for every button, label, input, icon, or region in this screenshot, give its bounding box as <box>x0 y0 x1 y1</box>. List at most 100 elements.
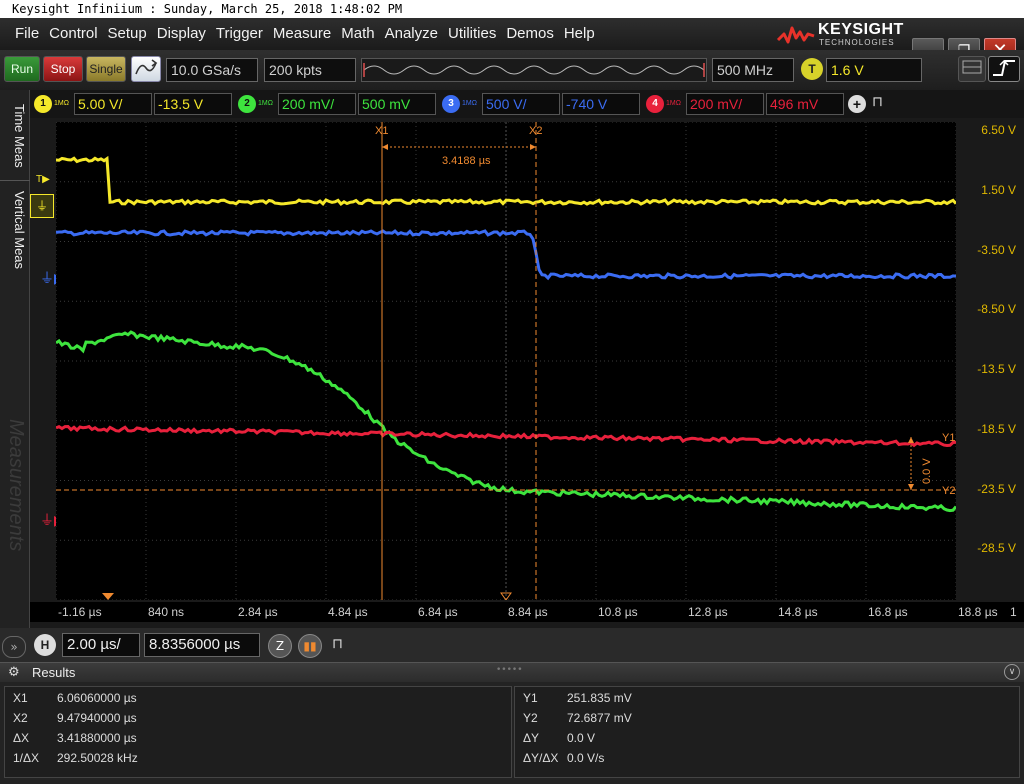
trigger-level-field[interactable]: 1.6 V <box>826 58 922 82</box>
channel-2-offset[interactable]: 500 mV <box>358 93 436 115</box>
single-button[interactable]: Single <box>86 56 126 82</box>
result-label: Y2 <box>523 711 538 725</box>
channel-1-badge[interactable]: 1 <box>34 95 52 113</box>
channel-4-badge[interactable]: 4 <box>646 95 664 113</box>
tab-measurements[interactable]: Measurements <box>3 400 27 570</box>
result-label: ΔY <box>523 731 540 745</box>
result-value: 292.50028 kHz <box>57 751 138 765</box>
x-tick-label: 6.84 µs <box>418 605 458 619</box>
dy-arrow-bottom <box>908 484 914 490</box>
time-position-field[interactable]: 8.8356000 µs <box>144 633 260 657</box>
trigger-level-marker[interactable]: T▶ <box>36 174 50 185</box>
menu-bar: File Control Setup Display Trigger Measure Mat… <box>0 18 1024 64</box>
y-tick-label: -3.50 V <box>977 242 1016 257</box>
memory-depth-field[interactable]: 200 kpts <box>264 58 356 82</box>
menu-help[interactable]: Help <box>559 24 600 44</box>
horizontal-badge[interactable]: H <box>34 634 56 656</box>
zoom-button[interactable]: Z <box>268 634 292 658</box>
gear-icon[interactable]: ⚙ <box>8 665 20 680</box>
menu-analyze[interactable]: Analyze <box>380 24 443 44</box>
menu-setup[interactable]: Setup <box>103 24 152 44</box>
x-tick-label: 4.84 µs <box>328 605 368 619</box>
channel-4-offset[interactable]: 496 mV <box>766 93 844 115</box>
menu-math[interactable]: Math <box>336 24 379 44</box>
menu-control[interactable]: Control <box>44 24 102 44</box>
channel-bar: 1 1MΩ 5.00 V/ -13.5 V 2 1MΩ 200 mV/ 500 … <box>30 90 1024 118</box>
x-tick-label: 10.8 µs <box>598 605 638 619</box>
pause-icon[interactable]: ▮▮ <box>298 634 322 658</box>
chevron-down-icon[interactable]: ∨ <box>1004 664 1020 680</box>
time-scale-field[interactable]: 2.00 µs/ <box>62 633 140 657</box>
result-value: 3.41880000 µs <box>57 731 137 745</box>
pane-toggle-button[interactable] <box>958 56 986 82</box>
x1-label: X1 <box>375 125 388 137</box>
menu-file[interactable]: File <box>10 24 44 44</box>
pin-icon[interactable]: ⊓ <box>332 636 343 652</box>
channel-1-impedance: 1MΩ <box>54 100 69 107</box>
add-channel-button[interactable]: + <box>848 95 866 113</box>
acquisition-overview-wave <box>363 63 705 77</box>
tab-vertical-meas[interactable]: Vertical Meas <box>3 184 27 276</box>
x-axis-page-number: 1 <box>1010 605 1017 619</box>
results-header[interactable]: ⚙ Results ••••• ∨ <box>0 662 1024 682</box>
run-button[interactable]: Run <box>4 56 40 82</box>
channel-4-scale[interactable]: 200 mV/ <box>686 93 764 115</box>
result-value: 0.0 V/s <box>567 751 605 765</box>
menu-display[interactable]: Display <box>152 24 211 44</box>
x-tick-label: 840 ns <box>148 605 185 619</box>
result-label: 1/ΔX <box>13 751 40 765</box>
result-value: 72.6877 mV <box>567 711 632 725</box>
y-tick-label: -8.50 V <box>977 302 1016 317</box>
channel-3-badge[interactable]: 3 <box>442 95 460 113</box>
channel-1-offset[interactable]: -13.5 V <box>154 93 232 115</box>
stop-button[interactable]: Stop <box>43 56 83 82</box>
x-tick-label: 12.8 µs <box>688 605 728 619</box>
trigger-badge[interactable]: T <box>801 58 823 80</box>
channel-2-impedance: 1MΩ <box>258 100 273 107</box>
keysight-logo: KEYSIGHT TECHNOLOGIES <box>776 20 906 48</box>
channel-3-offset[interactable]: -740 V <box>562 93 640 115</box>
collapse-panel-icon[interactable]: » <box>2 636 26 658</box>
dx-arrow-right <box>530 144 536 150</box>
result-value: 6.06060000 µs <box>57 691 137 705</box>
result-value: 251.835 mV <box>567 691 632 705</box>
dx-arrow-left <box>382 144 388 150</box>
results-left-column: X1 6.06060000 µs X2 9.47940000 µs ΔX 3.418800… <box>4 686 512 778</box>
menu-utilities[interactable]: Utilities <box>443 24 501 44</box>
menu-measure[interactable]: Measure <box>268 24 336 44</box>
menu-trigger[interactable]: Trigger <box>211 24 268 44</box>
brand-subtitle: TECHNOLOGIES <box>819 38 895 47</box>
window-title: Keysight Infiniium : Sunday, March 25, 2… <box>0 0 1024 18</box>
drag-handle-icon[interactable]: ••••• <box>496 665 523 675</box>
pane-icon <box>962 60 982 74</box>
main-menu: File Control Setup Display Trigger Measure Mat… <box>10 24 600 44</box>
dy-arrow-top <box>908 437 914 443</box>
channel-1-scale[interactable]: 5.00 V/ <box>74 93 152 115</box>
channel-3-scale[interactable]: 500 V/ <box>482 93 560 115</box>
pin-icon[interactable]: ⊓ <box>872 94 883 110</box>
trigger-time-marker[interactable] <box>102 593 114 600</box>
waveform-display[interactable]: X1 X2 3.4188 µs Y1 Y2 0.0 V <box>56 122 956 600</box>
trigger-edge-button[interactable] <box>988 56 1020 82</box>
channel-2-scale[interactable]: 200 mV/ <box>278 93 356 115</box>
rising-edge-icon <box>993 59 1015 76</box>
results-right-column: Y1 251.835 mV Y2 72.6877 mV ΔY 0.0 V ΔY/ΔX 0.0 … <box>514 686 1020 778</box>
tab-time-meas[interactable]: Time Meas <box>3 96 27 176</box>
menu-demos[interactable]: Demos <box>501 24 559 44</box>
channel-1-ground-marker[interactable]: ⏚ <box>30 194 54 218</box>
x-axis-labels: 1 -1.16 µs 840 ns 2.84 µs 4.84 µs 6.84 µs 8.8… <box>30 602 1024 622</box>
y-axis-labels: 6.50 V 1.50 V -3.50 V -8.50 V -13.5 V -18.5 V… <box>958 122 1024 615</box>
x-tick-label: 18.8 µs <box>958 605 998 619</box>
sample-rate-field[interactable]: 10.0 GSa/s <box>166 58 258 82</box>
result-label: X2 <box>13 711 28 725</box>
autoscale-button[interactable] <box>131 56 161 82</box>
results-panel: X1 6.06060000 µs X2 9.47940000 µs ΔX 3.418800… <box>0 682 1024 784</box>
y-tick-label: 6.50 V <box>981 123 1016 137</box>
keysight-wave-icon <box>776 26 815 44</box>
acquisition-overview[interactable] <box>361 58 707 82</box>
tab-divider <box>0 180 30 181</box>
bandwidth-field[interactable]: 500 MHz <box>712 58 794 82</box>
side-tabs: Time Meas Vertical Meas Measurements » <box>0 90 30 658</box>
channel-2-badge[interactable]: 2 <box>238 95 256 113</box>
y1-label: Y1 <box>942 432 955 444</box>
